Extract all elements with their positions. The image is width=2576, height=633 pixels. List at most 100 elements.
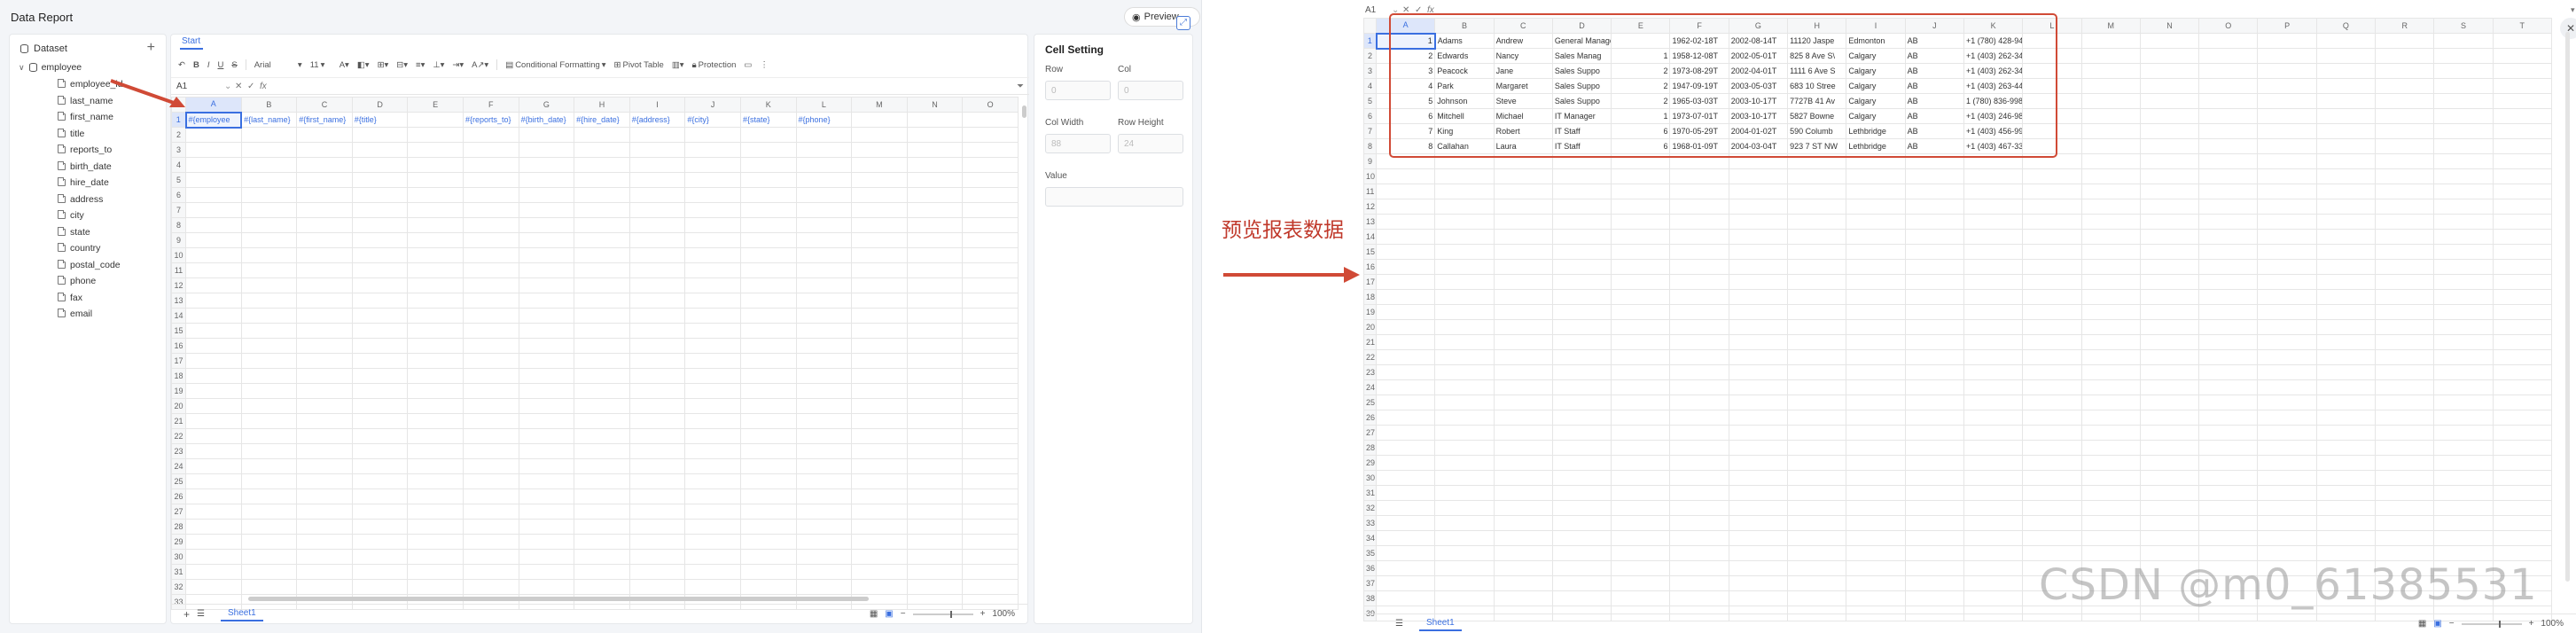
undo-icon[interactable]: ↶ [178, 60, 185, 70]
grid-cell[interactable] [795, 172, 853, 188]
column-header[interactable]: C [296, 97, 353, 113]
grid-cell[interactable] [1375, 184, 1436, 199]
bold-icon[interactable]: B [193, 60, 199, 70]
grid-cell[interactable] [2492, 289, 2552, 305]
row-header[interactable]: 11 [171, 262, 186, 278]
grid-cell[interactable] [2492, 319, 2552, 335]
grid-cell[interactable] [962, 172, 1019, 188]
grid-cell[interactable] [185, 262, 242, 278]
grid-cell[interactable] [1846, 575, 1906, 591]
grid-view-icon[interactable]: ▦ [2418, 619, 2426, 629]
grid-cell[interactable] [628, 383, 686, 399]
grid-cell[interactable] [2139, 33, 2200, 49]
grid-cell[interactable] [739, 217, 797, 233]
grid-cell[interactable] [684, 157, 741, 173]
conditional-formatting-button[interactable]: ▤ Conditional Formatting ▾ [505, 60, 605, 70]
grid-cell[interactable] [2375, 410, 2435, 426]
grid-cell[interactable] [2022, 515, 2082, 531]
grid-cell[interactable] [462, 323, 519, 339]
grid-cell[interactable] [185, 488, 242, 504]
grid-cell[interactable] [1787, 485, 1847, 501]
grid-cell[interactable] [628, 488, 686, 504]
grid-cell[interactable] [906, 443, 964, 459]
grid-cell[interactable] [684, 473, 741, 489]
grid-cell[interactable] [2492, 199, 2552, 215]
grid-cell[interactable] [1375, 470, 1436, 486]
row-header[interactable]: 7 [171, 202, 186, 218]
grid-cell[interactable] [1493, 500, 1553, 516]
row-header[interactable]: 1 [171, 112, 186, 128]
row-header[interactable]: 21 [171, 413, 186, 429]
grid-cell[interactable] [2198, 93, 2259, 109]
grid-cell[interactable] [1904, 349, 1964, 365]
grid-cell[interactable] [851, 232, 908, 248]
grid-cell[interactable] [628, 262, 686, 278]
row-header[interactable]: 32 [171, 579, 186, 595]
grid-cell[interactable] [2492, 545, 2552, 561]
grid-cell[interactable] [2198, 470, 2259, 486]
grid-cell[interactable] [962, 473, 1019, 489]
grid-cell[interactable] [407, 157, 464, 173]
grid-cell[interactable] [1963, 485, 2024, 501]
grid-cell[interactable] [1963, 440, 2024, 456]
grid-cell[interactable] [518, 488, 575, 504]
grid-cell[interactable] [739, 398, 797, 414]
grid-cell[interactable] [2315, 33, 2377, 49]
grid-cell[interactable] [2022, 470, 2082, 486]
grid-cell[interactable] [1551, 485, 1612, 501]
grid-cell[interactable] [296, 308, 353, 324]
protection-button[interactable]: 🔒︎ Protection [692, 60, 737, 70]
grid-cell[interactable] [1963, 364, 2024, 380]
grid-cell[interactable] [628, 368, 686, 384]
grid-cell[interactable] [2375, 33, 2435, 49]
grid-cell[interactable] [351, 308, 409, 324]
grid-cell[interactable] [351, 127, 409, 143]
column-header[interactable]: G [518, 97, 575, 113]
grid-cell[interactable] [1611, 319, 1671, 335]
grid-cell[interactable] [2198, 379, 2259, 395]
grid-cell[interactable] [2375, 470, 2435, 486]
row-header[interactable]: 3 [1363, 63, 1377, 79]
grid-cell[interactable] [1904, 364, 1964, 380]
grid-cell[interactable] [2315, 274, 2377, 290]
grid-cell[interactable] [1963, 214, 2024, 230]
grid-cell[interactable] [2022, 319, 2082, 335]
grid-cell[interactable] [1375, 440, 1436, 456]
grid-cell[interactable] [240, 308, 298, 324]
grid-cell[interactable] [574, 413, 630, 429]
grid-cell[interactable] [2375, 379, 2435, 395]
row-header[interactable]: 29 [171, 534, 186, 550]
grid-cell[interactable] [2139, 349, 2200, 365]
grid-cell[interactable] [185, 443, 242, 459]
grid-cell[interactable] [574, 443, 630, 459]
grid-cell[interactable] [1493, 379, 1553, 395]
grid-cell[interactable] [574, 383, 630, 399]
grid-cell[interactable] [1787, 199, 1847, 215]
grid-cell[interactable] [2375, 455, 2435, 471]
grid-cell[interactable] [2375, 93, 2435, 109]
grid-cell[interactable] [240, 443, 298, 459]
grid-cell[interactable] [2080, 274, 2141, 290]
grid-cell[interactable] [351, 338, 409, 354]
grid-cell[interactable] [2257, 319, 2317, 335]
grid-cell[interactable] [1904, 379, 1964, 395]
grid-cell[interactable] [2257, 304, 2317, 320]
grid-cell[interactable] [1904, 214, 1964, 230]
valign-icon[interactable]: ⊥▾ [433, 60, 444, 70]
grid-cell[interactable] [906, 323, 964, 339]
sheet-list-icon[interactable]: ☰ [1395, 619, 1403, 629]
grid-cell[interactable] [462, 368, 519, 384]
grid-cell[interactable] [1669, 319, 1729, 335]
grid-cell[interactable] [1787, 274, 1847, 290]
grid-cell[interactable] [1669, 425, 1729, 441]
grid-cell[interactable] [795, 293, 853, 309]
grid-cell[interactable] [962, 247, 1019, 263]
grid-cell[interactable] [2257, 545, 2317, 561]
grid-cell[interactable] [2492, 123, 2552, 139]
grid-cell[interactable] [1375, 274, 1436, 290]
grid-cell[interactable] [2315, 63, 2377, 79]
grid-cell[interactable] [574, 353, 630, 369]
grid-cell[interactable] [2139, 78, 2200, 94]
grid-cell[interactable] [1434, 560, 1495, 576]
grid-cell[interactable] [1787, 289, 1847, 305]
